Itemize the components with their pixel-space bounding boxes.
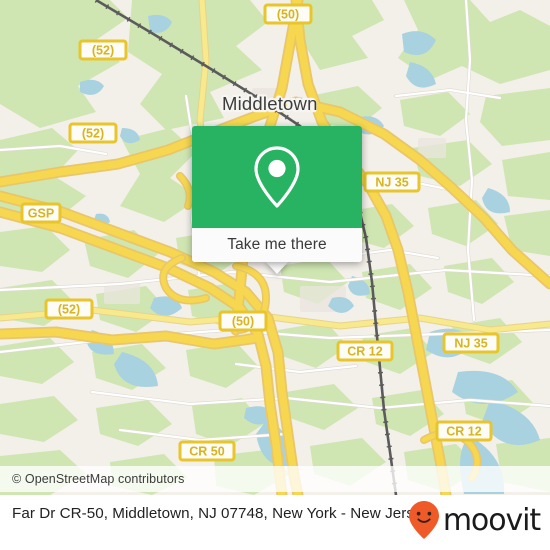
road-shield: (50) xyxy=(263,3,313,25)
moovit-smiley-pin-icon xyxy=(408,501,439,539)
road-shield-label: GSP xyxy=(28,206,54,220)
road-shield-label: CR 12 xyxy=(347,344,382,358)
road-shield-label: (52) xyxy=(58,302,80,316)
road-shield-label: (52) xyxy=(92,43,114,57)
map-city-label-middletown: Middletown Middletown xyxy=(220,91,318,117)
take-me-there-label: Take me there xyxy=(227,236,327,253)
osm-attribution-text: © OpenStreetMap contributors xyxy=(12,472,185,486)
road-shield: CR 50 xyxy=(178,440,236,462)
road-shield: (52) xyxy=(44,298,94,320)
road-shield: (50) xyxy=(218,310,268,332)
popup-card-action[interactable]: Take me there xyxy=(192,228,362,262)
location-popup-card[interactable]: Take me there xyxy=(192,126,362,262)
road-shield: NJ 35 xyxy=(363,171,421,193)
road-shield-label: NJ 35 xyxy=(375,175,408,189)
road-shield: (52) xyxy=(78,39,128,61)
road-shield: NJ 35 xyxy=(442,332,500,354)
road-shield-label: CR 50 xyxy=(189,444,224,458)
road-shield-label: (50) xyxy=(277,7,299,21)
road-shield: GSP xyxy=(20,202,62,224)
road-shield: (52) xyxy=(68,122,118,144)
popup-card-header xyxy=(192,126,362,228)
moovit-wordmark: moovit xyxy=(442,502,541,538)
road-shield: CR 12 xyxy=(336,340,394,362)
road-shield-label: NJ 35 xyxy=(454,336,487,350)
road-shield: CR 12 xyxy=(435,420,493,442)
moovit-logo[interactable]: moovit xyxy=(407,500,541,540)
road-shield-label: (52) xyxy=(82,126,104,140)
osm-attribution-bar: © OpenStreetMap contributors xyxy=(0,466,550,492)
road-shield-label: CR 12 xyxy=(446,424,481,438)
moovit-map-screenshot: .grn{fill:#cfe6b2} .wtr{fill:#a9d2e0} .b… xyxy=(0,0,550,550)
svg-text:Middletown: Middletown xyxy=(222,93,318,114)
map-pin-icon xyxy=(254,146,300,208)
road-shield-label: (50) xyxy=(232,314,254,328)
